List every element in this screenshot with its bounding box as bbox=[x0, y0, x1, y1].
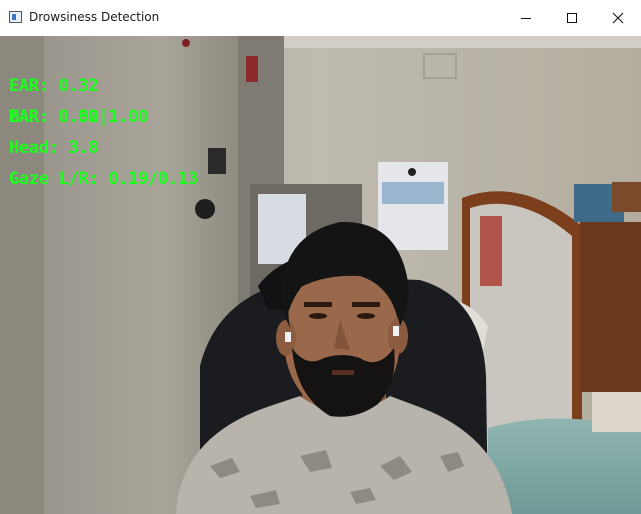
head-readout: Head: 3.8 bbox=[9, 138, 99, 158]
maximize-button[interactable] bbox=[549, 0, 595, 36]
app-window: Drowsiness Detection EAR: 0.32 EAR: 0.32… bbox=[0, 0, 641, 514]
ear-readout: EAR: 0.32 bbox=[9, 76, 99, 96]
maximize-icon bbox=[567, 13, 577, 23]
minimize-button[interactable] bbox=[503, 0, 549, 36]
title-bar[interactable]: Drowsiness Detection bbox=[0, 0, 641, 36]
close-button[interactable] bbox=[595, 0, 641, 36]
app-icon bbox=[9, 11, 22, 23]
close-icon bbox=[612, 12, 624, 24]
mar-readout: MAR: 0.00|1.00 bbox=[9, 107, 149, 127]
window-title: Drowsiness Detection bbox=[29, 10, 160, 24]
camera-feed: EAR: 0.32 EAR: 0.32 MAR: 0.00|1.00 Head:… bbox=[0, 36, 641, 514]
gaze-readout: Gaze L/R: 0.19/0.13 bbox=[9, 169, 198, 189]
minimize-icon bbox=[521, 18, 531, 19]
